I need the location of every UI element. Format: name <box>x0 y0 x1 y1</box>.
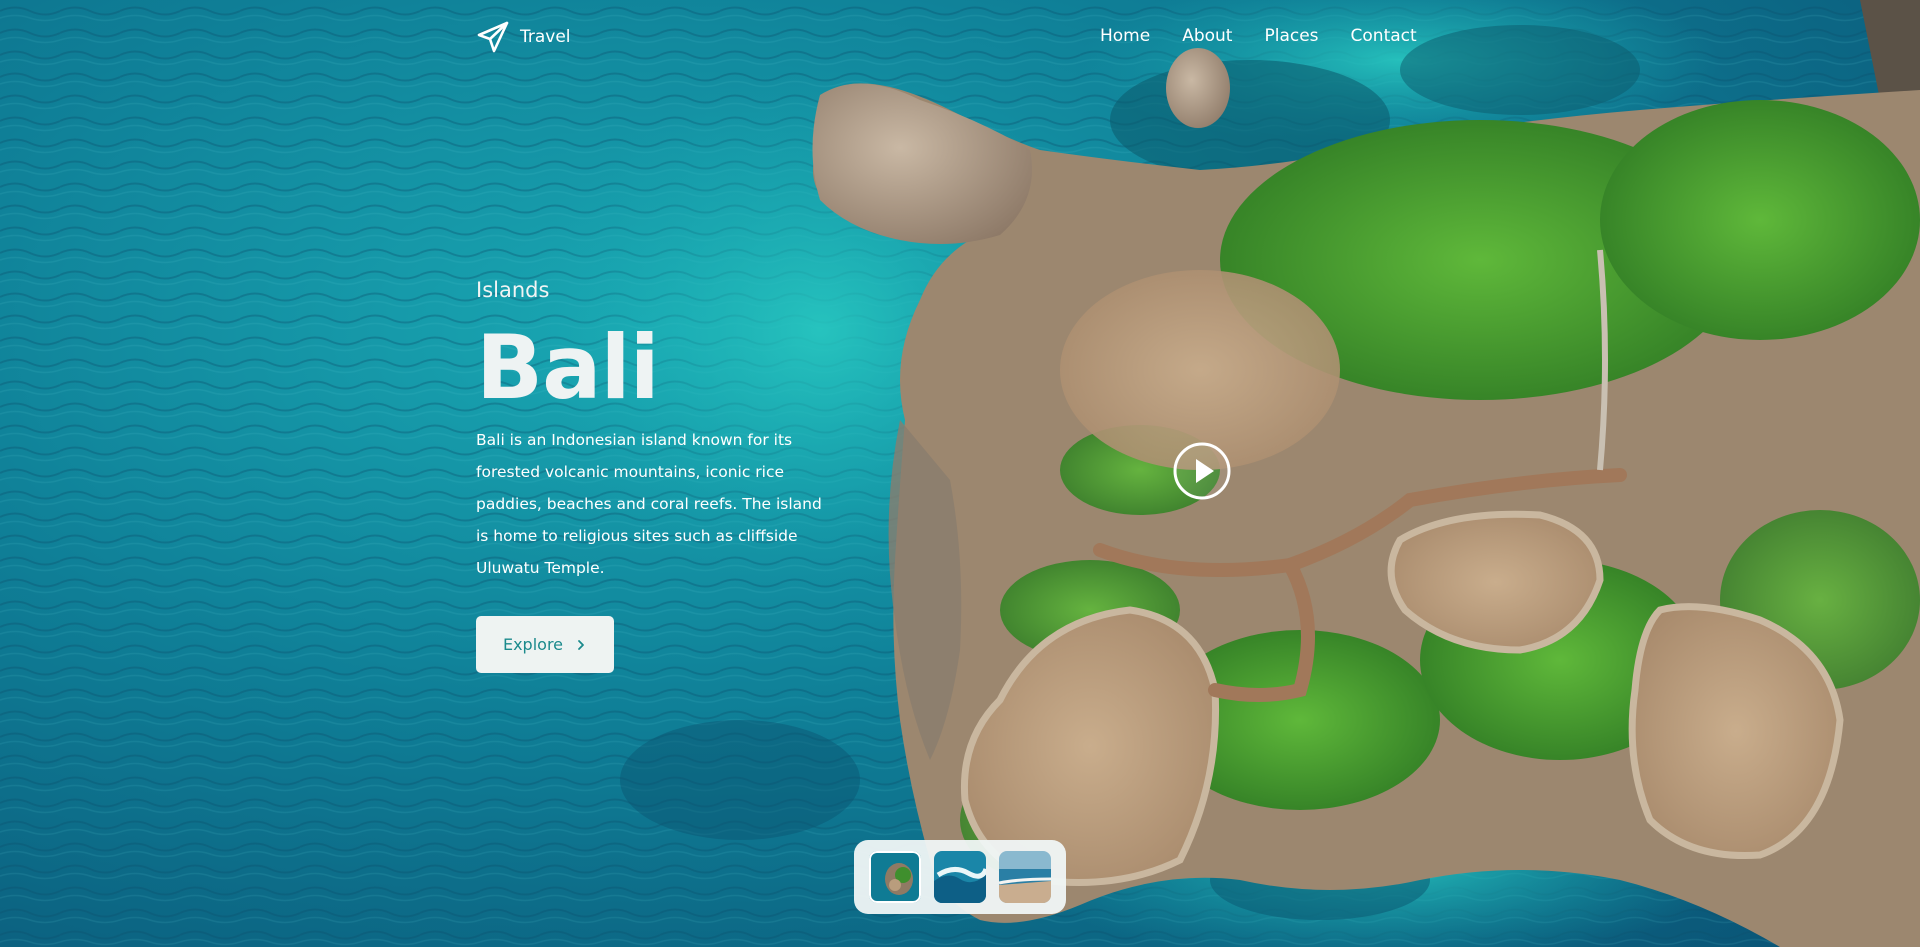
explore-button-label: Explore <box>502 635 564 654</box>
main-nav: Home About Places Contact <box>1100 24 1417 48</box>
thumbnail-island-aerial[interactable] <box>868 851 921 903</box>
hero-content: Islands Bali Bali is an Indonesian islan… <box>476 276 836 584</box>
hero-background-image <box>0 0 1920 947</box>
nav-about[interactable]: About <box>1182 24 1232 48</box>
paper-plane-icon <box>477 21 509 53</box>
thumbnail-wave-beach[interactable] <box>933 851 986 903</box>
thumbnail-strip <box>854 840 1066 914</box>
brand-name: Travel <box>520 27 571 47</box>
hero-eyebrow: Islands <box>476 278 550 302</box>
explore-button[interactable]: Explore <box>476 616 614 673</box>
hero-title: Bali <box>476 316 660 419</box>
hero-description: Bali is an Indonesian island known for i… <box>476 431 822 577</box>
chevron-right-icon <box>578 639 584 650</box>
nav-contact[interactable]: Contact <box>1351 24 1417 48</box>
brand-logo[interactable]: Travel <box>476 20 571 54</box>
thumbnail-coast-shore[interactable] <box>999 851 1052 903</box>
play-icon <box>1173 442 1231 500</box>
nav-places[interactable]: Places <box>1264 24 1318 48</box>
nav-home[interactable]: Home <box>1100 24 1150 48</box>
play-video-button[interactable] <box>1172 441 1232 501</box>
